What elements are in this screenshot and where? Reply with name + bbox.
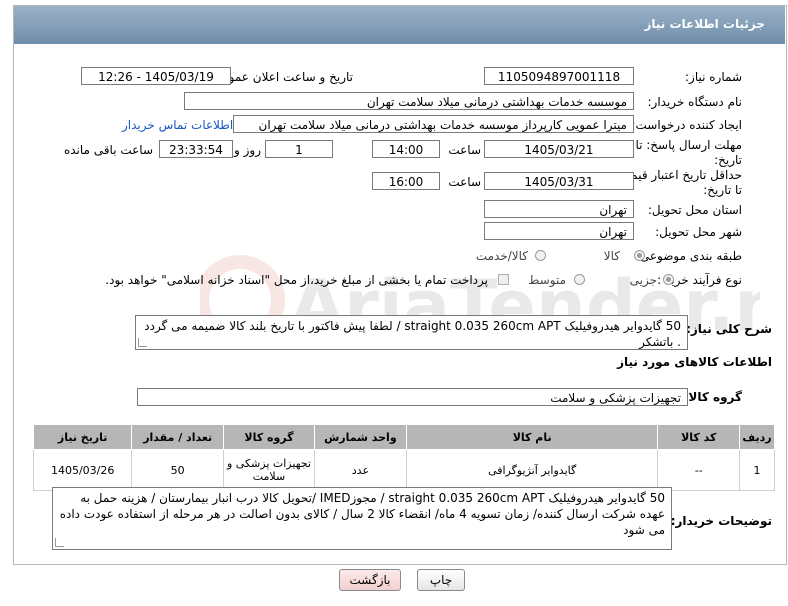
cell-group: تجهیزات پزشکی و سلامت (223, 449, 315, 491)
print-button[interactable]: چاپ (417, 569, 465, 591)
col-code: کد کالا (657, 424, 741, 450)
cell-code: -- (657, 449, 741, 491)
col-qty: تعداد / مقدار (131, 424, 225, 450)
remaining-time-field: 23:33:54 (159, 140, 233, 158)
announce-field: 1405/03/19 - 12:26 (81, 67, 231, 85)
category-goods-service-radio[interactable] (535, 250, 546, 261)
resize-handle[interactable] (55, 538, 64, 547)
process-partial-radio[interactable] (663, 274, 674, 285)
category-goods-label: کالا (603, 249, 620, 263)
table-row: 1 -- گایدوایر آنژیوگرافی عدد تجهیزات پزش… (32, 449, 775, 491)
deadline-time-field: 14:00 (372, 140, 440, 158)
page-header: جزئیات اطلاعات نیاز (14, 6, 785, 44)
province-label: استان محل تحویل: (647, 203, 742, 217)
need-number-label: شماره نیاز: (685, 70, 742, 84)
description-textarea[interactable]: 50 گایدوایر هیدروفیلیک straight 0.035 26… (135, 315, 688, 350)
validity-label: حداقل تاریخ اعتبار قیمت: (615, 168, 742, 182)
col-name: نام کالا (405, 424, 659, 450)
category-goods-service-label: کالا/خدمت (475, 249, 528, 263)
back-button[interactable]: بازگشت (339, 569, 401, 591)
buyer-notes-textarea[interactable]: 50 گایدوایر هیدروفیلیک straight 0.035 26… (52, 487, 672, 550)
process-medium-label: متوسط (528, 273, 566, 287)
cell-unit: عدد (313, 449, 407, 491)
goods-table: ردیف کد کالا نام کالا واحد شمارش گروه کا… (32, 424, 775, 491)
col-unit: واحد شمارش (313, 424, 407, 450)
need-number-field: 1105094897001118 (484, 67, 634, 85)
col-date: تاریخ نیاز (32, 424, 133, 450)
creator-label: ایجاد کننده درخواست: (631, 118, 742, 132)
description-label: شرح کلی نیاز: (686, 322, 772, 336)
col-group: گروه کالا (223, 424, 315, 450)
buyer-notes-label: توضیحات خریدار: (670, 514, 772, 528)
goods-group-field: تجهیزات پزشکی و سلامت (137, 388, 688, 406)
col-row: ردیف (739, 424, 775, 450)
deadline-date-field: 1405/03/21 (484, 140, 634, 158)
buyer-org-label: نام دستگاه خریدار: (647, 95, 743, 109)
contact-buyer-link[interactable]: اطلاعات تماس خریدار (122, 118, 233, 132)
category-label: طبقه بندی موضوعی: (635, 249, 742, 263)
city-field: تهران (484, 222, 634, 240)
resize-handle[interactable] (138, 338, 147, 347)
validity-time-label: ساعت (448, 175, 481, 189)
cell-name: گایدوایر آنژیوگرافی (405, 449, 659, 491)
city-label: شهر محل تحویل: (655, 225, 742, 239)
validity-label-2: تا تاریخ: (703, 183, 742, 197)
description-text: 50 گایدوایر هیدروفیلیک straight 0.035 26… (144, 319, 681, 349)
creator-field: میترا عمویی کارپرداز موسسه خدمات بهداشتی… (233, 115, 634, 133)
goods-section-title: اطلاعات کالاهای مورد نیاز (617, 355, 772, 369)
payment-note: پرداخت تمام یا بخشی از مبلغ خرید،از محل … (105, 273, 488, 287)
validity-date-field: 1405/03/31 (484, 172, 634, 190)
buyer-org-field: موسسه خدمات بهداشتی درمانی میلاد سلامت ت… (184, 92, 634, 110)
remaining-label: ساعت باقی مانده (63, 143, 153, 157)
buyer-notes-text: 50 گایدوایر هیدروفیلیک straight 0.035 26… (59, 491, 665, 537)
days-field: 1 (265, 140, 333, 158)
cell-date: 1405/03/26 (32, 449, 133, 491)
cell-qty: 50 (131, 449, 225, 491)
days-label: روز و (234, 143, 261, 157)
process-medium-radio[interactable] (574, 274, 585, 285)
deadline-time-label: ساعت (448, 143, 481, 157)
validity-time-field: 16:00 (372, 172, 440, 190)
process-partial-label: جزیی (629, 273, 657, 287)
province-field: تهران (484, 200, 634, 218)
deadline-label-2: تاریخ: (714, 153, 742, 167)
category-goods-radio[interactable] (634, 250, 645, 261)
goods-group-label: گروه کالا: (683, 390, 742, 404)
deadline-label: مهلت ارسال پاسخ: تا (635, 138, 742, 152)
payment-treasury-checkbox[interactable] (498, 274, 509, 285)
page-title: جزئیات اطلاعات نیاز (644, 17, 765, 31)
table-header-row: ردیف کد کالا نام کالا واحد شمارش گروه کا… (32, 424, 775, 450)
cell-row: 1 (739, 449, 775, 491)
